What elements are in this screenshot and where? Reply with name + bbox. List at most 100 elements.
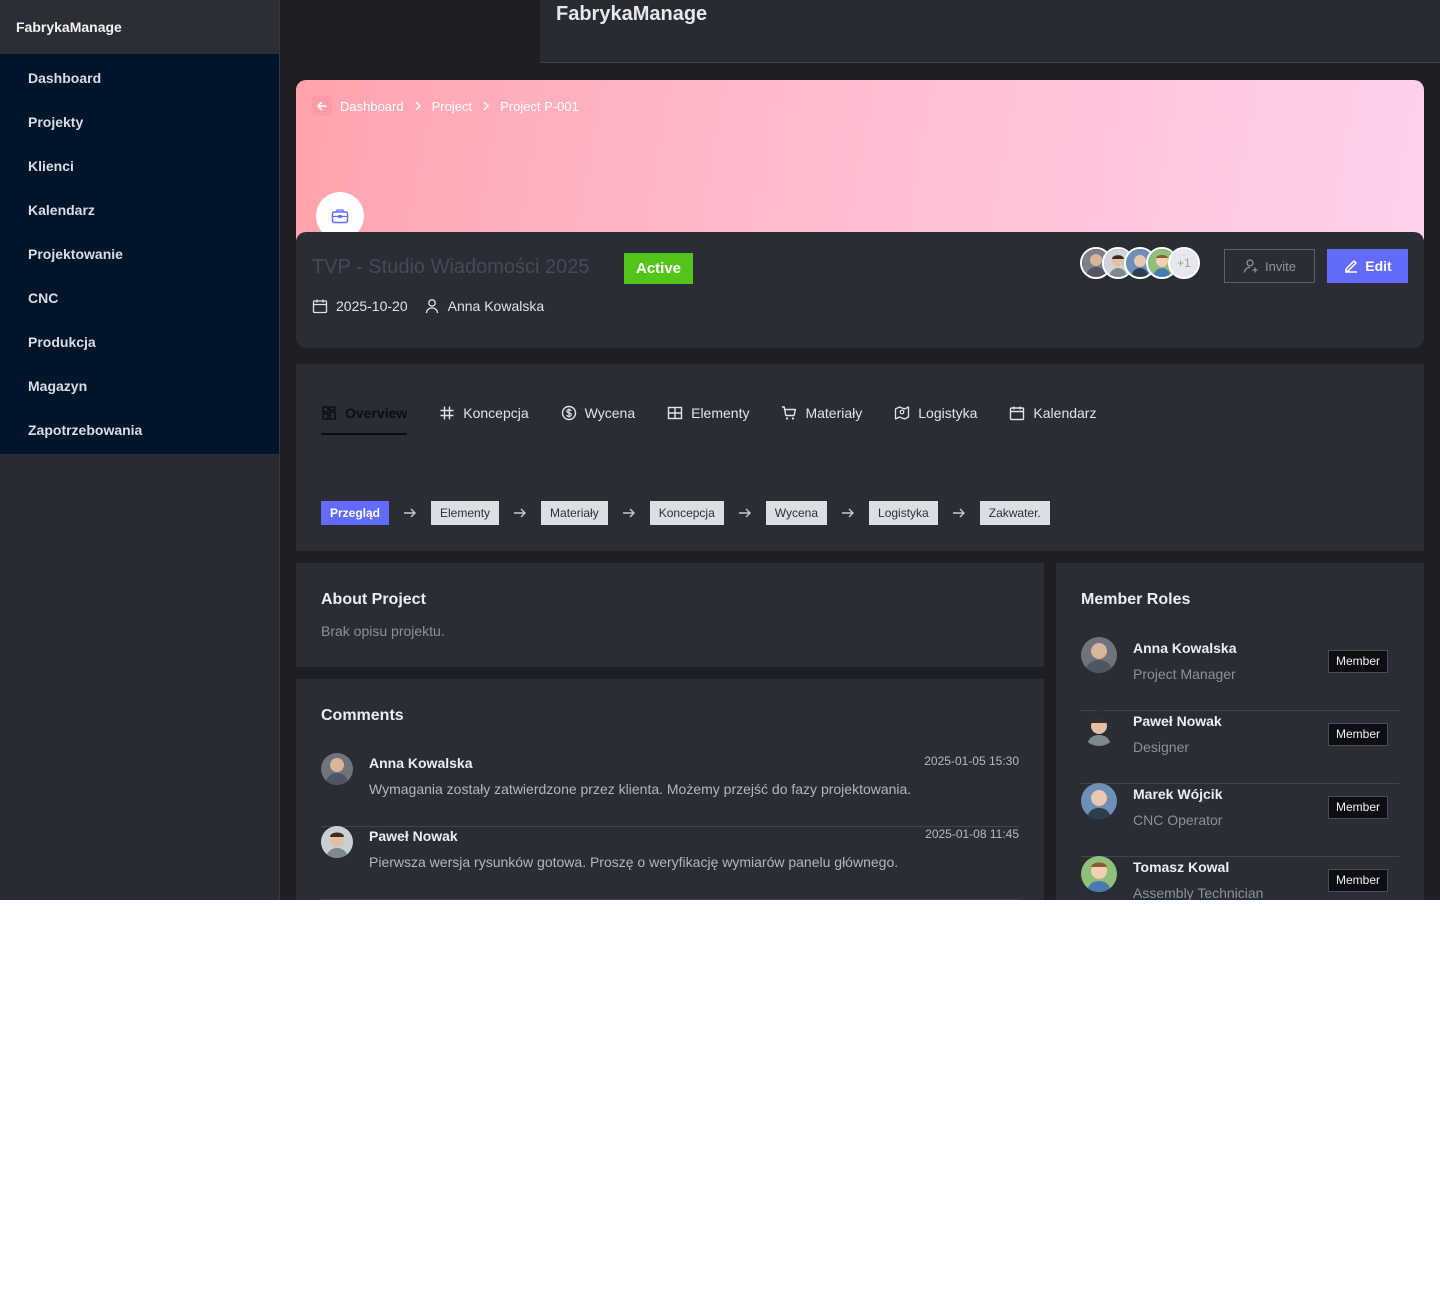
sidebar-item-zapotrzebowania[interactable]: Zapotrzebowania (0, 408, 279, 452)
tab-kalendarz[interactable]: Kalendarz (1009, 392, 1096, 434)
comment-text: Pierwsza wersja rysunków gotowa. Proszę … (369, 854, 899, 870)
about-title: About Project (321, 591, 426, 608)
role-badge: Member (1328, 869, 1389, 892)
tab-label: Materiały (805, 405, 863, 421)
tab-label: Logistyka (918, 405, 978, 421)
tabs-card: Overview Koncepcja Wycena Elementy Mater… (296, 364, 1424, 551)
blank-area (0, 900, 1440, 1297)
project-hero: Dashboard Project Project P-001 TVP - St… (296, 80, 1424, 348)
cart-icon (781, 405, 797, 421)
members-title: Member Roles (1081, 591, 1191, 608)
about-text: Brak opisu projektu. (321, 623, 445, 639)
tab-materialy[interactable]: Materiały (781, 392, 862, 434)
invite-button[interactable]: Invite (1224, 249, 1315, 283)
grid-icon (667, 405, 683, 421)
tab-label: Wycena (584, 405, 636, 421)
arrow-right-icon (513, 507, 527, 519)
sidebar: FabrykaManage Dashboard Projekty Klienci… (0, 0, 280, 900)
avatar-group[interactable]: +1 (1080, 247, 1200, 279)
user-icon (424, 298, 440, 314)
sidebar-item-projekty[interactable]: Projekty (0, 100, 279, 144)
calendar-icon (1009, 405, 1025, 421)
member-name: Tomasz Kowal (1133, 859, 1230, 875)
sidebar-item-cnc[interactable]: CNC (0, 276, 279, 320)
member-roles-card: Member Roles Anna Kowalska Project Manag… (1056, 563, 1424, 900)
comment-author: Anna Kowalska (369, 755, 473, 771)
edit-button[interactable]: Edit (1327, 249, 1408, 283)
role-badge: Member (1328, 650, 1389, 673)
user-add-icon (1243, 259, 1258, 273)
step-elementy[interactable]: Elementy (431, 501, 500, 525)
member-role: Designer (1133, 739, 1190, 755)
sidebar-item-klienci[interactable]: Klienci (0, 144, 279, 188)
step-koncepcja[interactable]: Koncepcja (649, 501, 724, 525)
role-badge: Member (1328, 796, 1389, 819)
overview-icon (321, 405, 337, 421)
arrow-right-icon (841, 507, 855, 519)
sidebar-brand: FabrykaManage (0, 0, 279, 54)
map-icon (894, 405, 910, 421)
step-zakwater[interactable]: Zakwater. (979, 501, 1050, 525)
workflow-steps: Przegląd Elementy Materiały Koncepcja Wy… (321, 501, 1050, 525)
arrow-right-icon (738, 507, 752, 519)
breadcrumb: Dashboard Project Project P-001 (312, 96, 579, 116)
tab-wycena[interactable]: Wycena (561, 392, 635, 434)
step-wycena[interactable]: Wycena (765, 501, 828, 525)
dollar-icon (561, 405, 577, 421)
avatar (1081, 783, 1117, 819)
calendar-icon (312, 298, 328, 314)
tab-label: Overview (345, 405, 408, 421)
comment-text: Wymagania zostały zatwierdzone przez kli… (369, 781, 912, 797)
avatar (1081, 856, 1117, 892)
back-button[interactable] (312, 96, 332, 116)
edit-icon (1345, 260, 1358, 273)
arrow-right-icon (622, 507, 636, 519)
role-badge: Member (1328, 723, 1389, 746)
breadcrumb-dashboard[interactable]: Dashboard (340, 99, 404, 114)
tab-overview[interactable]: Overview (321, 392, 408, 435)
breadcrumb-project[interactable]: Project (432, 99, 472, 114)
about-card: About Project Brak opisu projektu. (296, 563, 1044, 667)
project-meta: 2025-10-20 Anna Kowalska (312, 298, 544, 314)
member-name: Paweł Nowak (1133, 713, 1222, 729)
sidebar-nav: Dashboard Projekty Klienci Kalendarz Pro… (0, 54, 279, 454)
comment-item: Anna Kowalska 2025-01-05 15:30 Wymagania… (321, 753, 1019, 827)
comment-author: Paweł Nowak (369, 828, 458, 844)
sidebar-item-magazyn[interactable]: Magazyn (0, 364, 279, 408)
sidebar-item-projektowanie[interactable]: Projektowanie (0, 232, 279, 276)
arrow-right-icon (952, 507, 966, 519)
avatar (321, 753, 353, 785)
avatar (321, 826, 353, 858)
member-name: Marek Wójcik (1133, 786, 1223, 802)
member-role: Project Manager (1133, 666, 1236, 682)
comments-title: Comments (321, 707, 404, 724)
step-materialy[interactable]: Materiały (541, 501, 608, 525)
avatar (1081, 710, 1117, 746)
tab-bar: Overview Koncepcja Wycena Elementy Mater… (321, 392, 1128, 435)
project-owner: Anna Kowalska (447, 298, 545, 314)
tab-elementy[interactable]: Elementy (667, 392, 749, 434)
project-title: TVP - Studio Wiadomości 2025 (312, 256, 590, 278)
tab-label: Kalendarz (1033, 405, 1097, 421)
member-role: Assembly Technician (1133, 885, 1264, 900)
header-title: FabrykaManage (556, 3, 708, 25)
step-przeglad[interactable]: Przegląd (321, 501, 390, 525)
project-date: 2025-10-20 (336, 298, 408, 314)
hero-banner: Dashboard Project Project P-001 (296, 80, 1424, 240)
member-item: Anna Kowalska Project Manager Member (1081, 637, 1399, 711)
comments-card: Comments Anna Kowalska 2025-01-05 15:30 … (296, 679, 1044, 900)
avatar-more: +1 (1168, 247, 1200, 279)
comment-time: 2025-01-05 15:30 (924, 754, 1019, 768)
avatar (1081, 637, 1117, 673)
step-logistyka[interactable]: Logistyka (869, 501, 938, 525)
comment-item: Paweł Nowak 2025-01-08 11:45 Pierwsza we… (321, 826, 1019, 900)
arrow-right-icon (403, 507, 417, 519)
status-badge: Active (624, 253, 694, 284)
comment-time: 2025-01-08 11:45 (925, 827, 1019, 841)
sidebar-item-kalendarz[interactable]: Kalendarz (0, 188, 279, 232)
sidebar-item-dashboard[interactable]: Dashboard (0, 56, 279, 100)
tab-koncepcja[interactable]: Koncepcja (439, 392, 529, 434)
tab-logistyka[interactable]: Logistyka (894, 392, 977, 434)
tab-label: Elementy (691, 405, 750, 421)
sidebar-item-produkcja[interactable]: Produkcja (0, 320, 279, 364)
